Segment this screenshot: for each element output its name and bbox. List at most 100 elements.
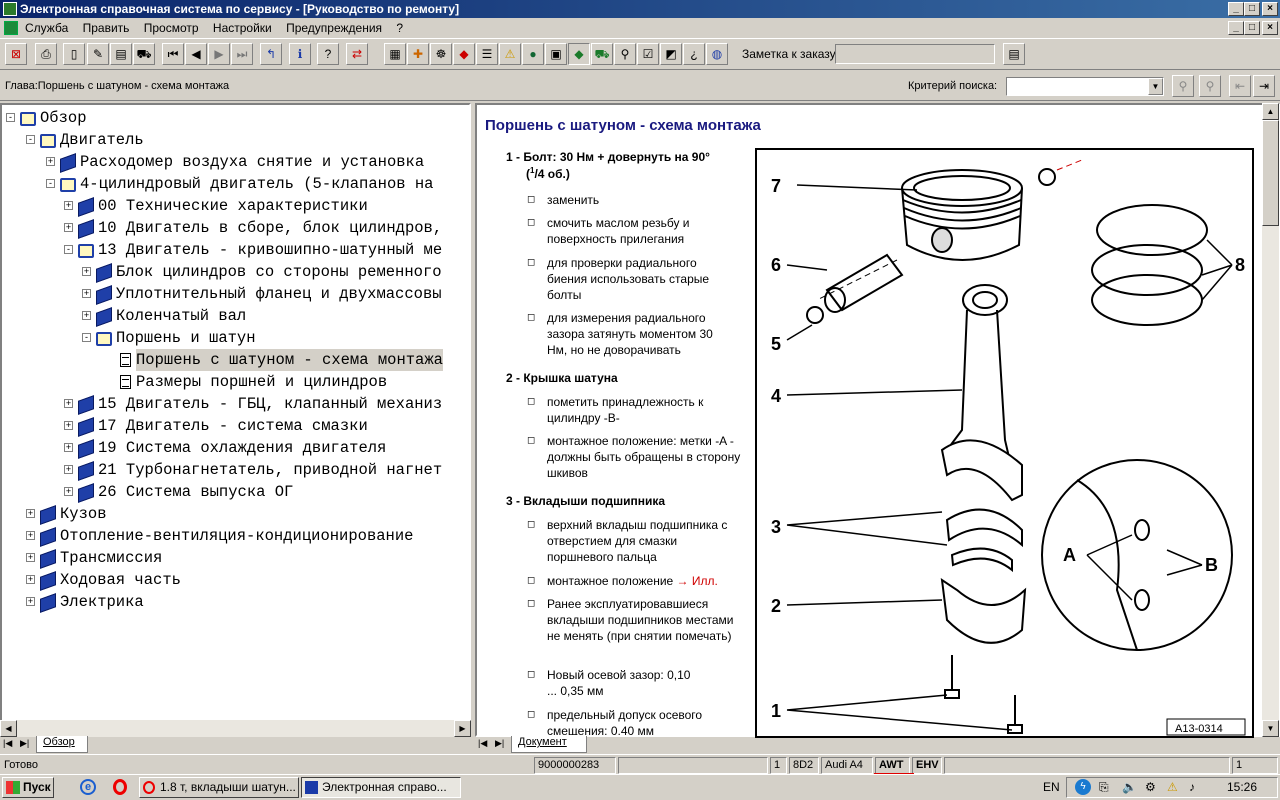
- tree-item[interactable]: - 13 Двигатель - кривошипно-шатунный ме: [2, 239, 469, 261]
- scroll-right-icon[interactable]: ▶: [454, 720, 471, 737]
- tree-item[interactable]: + Коленчатый вал: [2, 305, 469, 327]
- tree-item[interactable]: - Двигатель: [2, 129, 469, 151]
- scroll-left-icon[interactable]: ◀: [0, 720, 17, 737]
- expand-toggle-icon[interactable]: +: [26, 575, 35, 584]
- collapse-icon[interactable]: ⇤: [1229, 75, 1251, 97]
- search-criteria-select[interactable]: ▼: [1006, 77, 1164, 96]
- menu-edit[interactable]: Править: [83, 18, 130, 38]
- tree-item[interactable]: - 4-цилиндровый двигатель (5-клапанов на: [2, 173, 469, 195]
- scroll-thumb[interactable]: [1262, 120, 1279, 226]
- tree-item[interactable]: +00 Технические характеристики: [2, 195, 469, 217]
- tree-item[interactable]: - Поршень и шатун: [2, 327, 469, 349]
- collapse-toggle-icon[interactable]: -: [64, 245, 73, 254]
- edit-document-icon[interactable]: ✎: [87, 43, 109, 65]
- chart-icon[interactable]: ◩: [660, 43, 682, 65]
- tree-item[interactable]: + Ходовая часть: [2, 569, 469, 591]
- expand-toggle-icon[interactable]: +: [64, 443, 73, 452]
- close-button[interactable]: ×: [1262, 2, 1278, 16]
- expand-toggle-icon[interactable]: +: [82, 289, 91, 298]
- print-icon[interactable]: ⎙: [35, 43, 57, 65]
- tab-last-icon[interactable]: ▶|: [20, 738, 29, 749]
- clock[interactable]: 15:26: [1227, 780, 1257, 794]
- menu-service[interactable]: Служба: [25, 18, 68, 38]
- tree-item[interactable]: +26 Система выпуска ОГ: [2, 481, 469, 503]
- expand-toggle-icon[interactable]: +: [64, 399, 73, 408]
- tray-icon-6[interactable]: ♪: [1189, 780, 1195, 794]
- network-icon[interactable]: ϟ: [1075, 779, 1091, 795]
- expand-toggle-icon[interactable]: +: [64, 465, 73, 474]
- module-icon-3[interactable]: ☸: [430, 43, 452, 65]
- list-icon[interactable]: ☰: [476, 43, 498, 65]
- tree-item[interactable]: + Блок цилиндров со стороны ременного: [2, 261, 469, 283]
- collapse-toggle-icon[interactable]: -: [26, 135, 35, 144]
- expand-toggle-icon[interactable]: +: [64, 223, 73, 232]
- minimize-button[interactable]: _: [1228, 2, 1244, 16]
- collapse-toggle-icon[interactable]: -: [82, 333, 91, 342]
- collapse-toggle-icon[interactable]: -: [6, 113, 15, 122]
- taskbar-item-app[interactable]: Электронная справо...: [301, 777, 461, 798]
- tree-item[interactable]: Размеры поршней и цилиндров: [2, 371, 469, 393]
- tree-item[interactable]: + Отопление-вентиляция-кондиционирование: [2, 525, 469, 547]
- info-icon[interactable]: ℹ: [289, 43, 311, 65]
- collapse-toggle-icon[interactable]: -: [46, 179, 55, 188]
- tree-item[interactable]: + Расходомер воздуха снятие и установка: [2, 151, 469, 173]
- previous-icon[interactable]: ◀: [185, 43, 207, 65]
- tree-item[interactable]: + Кузов: [2, 503, 469, 525]
- sphere-icon[interactable]: ◍: [706, 43, 728, 65]
- swap-icon[interactable]: ⇄: [346, 43, 368, 65]
- order-note-button[interactable]: ▤: [1003, 43, 1025, 65]
- scroll-up-icon[interactable]: ▲: [1262, 103, 1279, 120]
- disk-icon[interactable]: ▣: [545, 43, 567, 65]
- expand-toggle-icon[interactable]: +: [46, 157, 55, 166]
- menu-settings[interactable]: Настройки: [213, 18, 272, 38]
- tree-item[interactable]: +17 Двигатель - система смазки: [2, 415, 469, 437]
- document-vertical-scrollbar[interactable]: ▲ ▼: [1262, 103, 1279, 737]
- search-vehicle-icon[interactable]: ⚲: [614, 43, 636, 65]
- child-minimize-button[interactable]: _: [1228, 21, 1244, 35]
- up-level-icon[interactable]: ↰: [260, 43, 282, 65]
- tray-icon-4[interactable]: ⚙: [1145, 780, 1156, 794]
- notes-icon[interactable]: ▤: [110, 43, 132, 65]
- volume-icon[interactable]: 🔈: [1122, 780, 1137, 794]
- start-button[interactable]: Пуск: [2, 777, 54, 798]
- warning-icon[interactable]: ⚠: [499, 43, 521, 65]
- chevron-down-icon[interactable]: ▼: [1148, 78, 1163, 95]
- repair-manual-icon[interactable]: ◆: [568, 43, 590, 65]
- car-icon[interactable]: ⛟: [133, 43, 155, 65]
- maximize-button[interactable]: □: [1244, 2, 1260, 16]
- tree-item[interactable]: +21 Турбонагнетатель, приводной нагнет: [2, 459, 469, 481]
- expand-toggle-icon[interactable]: +: [82, 311, 91, 320]
- next-icon[interactable]: ▶: [208, 43, 230, 65]
- search-icon[interactable]: ⚲: [1172, 75, 1194, 97]
- expand-toggle-icon[interactable]: +: [26, 597, 35, 606]
- opera-icon[interactable]: [113, 779, 127, 795]
- tab-first-icon[interactable]: |◀: [3, 738, 12, 749]
- usb-icon[interactable]: ⎘: [1099, 780, 1109, 795]
- checklist-icon[interactable]: ☑: [637, 43, 659, 65]
- tree-item[interactable]: + Электрика: [2, 591, 469, 613]
- first-page-icon[interactable]: ⏮: [162, 43, 184, 65]
- taskbar-item-opera[interactable]: 1.8 т, вкладыши шатун...: [139, 777, 299, 798]
- menu-help[interactable]: ?: [396, 18, 403, 38]
- module-icon-1[interactable]: ▦: [384, 43, 406, 65]
- expand-toggle-icon[interactable]: +: [82, 267, 91, 276]
- tab-document[interactable]: Документ: [511, 736, 587, 753]
- scroll-down-icon[interactable]: ▼: [1262, 720, 1279, 737]
- order-note-field[interactable]: [835, 44, 995, 64]
- expand-toggle-icon[interactable]: +: [26, 531, 35, 540]
- ie-icon[interactable]: e: [80, 779, 96, 795]
- child-restore-button[interactable]: □: [1244, 21, 1260, 35]
- search-next-icon[interactable]: ⚲: [1199, 75, 1221, 97]
- menu-warnings[interactable]: Предупреждения: [286, 18, 382, 38]
- tree-item[interactable]: + Уплотнительный фланец и двухмассовы: [2, 283, 469, 305]
- expand-icon[interactable]: ⇥: [1253, 75, 1275, 97]
- expand-toggle-icon[interactable]: +: [26, 553, 35, 562]
- expand-toggle-icon[interactable]: +: [64, 421, 73, 430]
- exit-icon[interactable]: ⊠: [5, 43, 27, 65]
- menu-view[interactable]: Просмотр: [144, 18, 199, 38]
- tree-item[interactable]: - Обзор: [2, 107, 469, 129]
- language-indicator[interactable]: EN: [1043, 780, 1060, 794]
- help-doc-icon[interactable]: ¿: [683, 43, 705, 65]
- globe-icon[interactable]: ●: [522, 43, 544, 65]
- tab-last-icon[interactable]: ▶|: [495, 738, 504, 749]
